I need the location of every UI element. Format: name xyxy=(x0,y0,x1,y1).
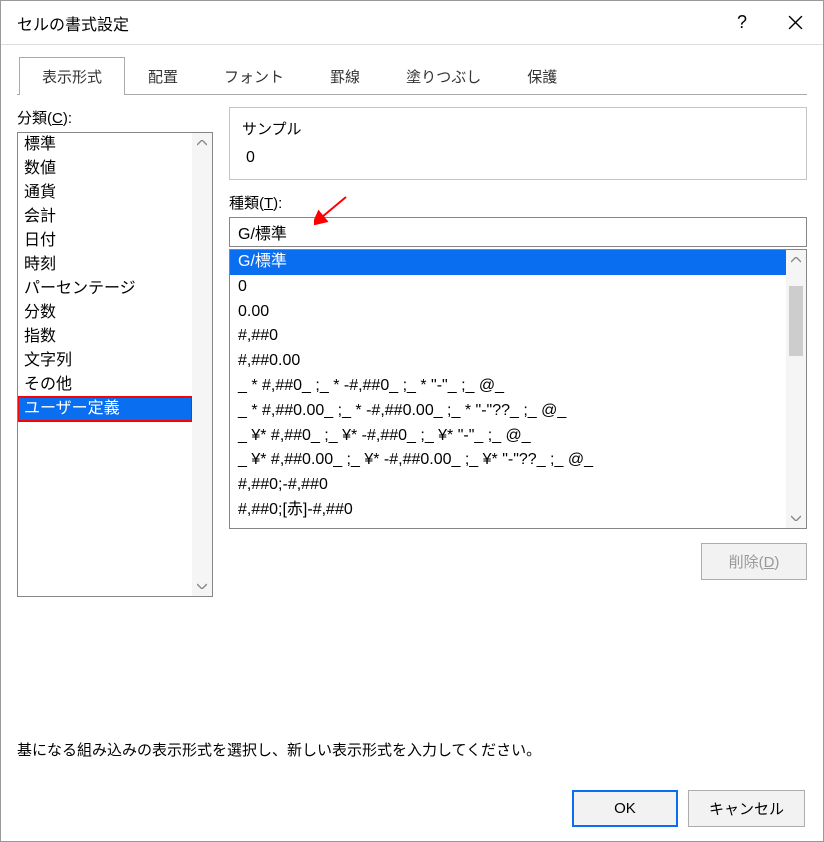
delete-row: 削除(D) xyxy=(229,543,807,580)
right-pane: サンプル 0 種類(T): xyxy=(229,107,807,580)
category-listbox[interactable]: 標準数値通貨会計日付時刻パーセンテージ分数指数文字列その他ユーザー定義 xyxy=(17,132,213,597)
type-item[interactable]: #,##0;[赤]-#,##0 xyxy=(230,498,786,523)
type-listbox[interactable]: G/標準00.00#,##0#,##0.00_ * #,##0_ ;_ * -#… xyxy=(229,249,807,529)
category-label: 分類(C): xyxy=(17,107,213,128)
scroll-up-icon[interactable] xyxy=(786,250,806,270)
sample-title: サンプル xyxy=(242,118,794,139)
category-item[interactable]: 数値 xyxy=(18,157,192,181)
category-item[interactable]: パーセンテージ xyxy=(18,277,192,301)
tab-3[interactable]: 罫線 xyxy=(307,57,383,95)
dialog-title: セルの書式設定 xyxy=(17,11,717,35)
category-item[interactable]: 日付 xyxy=(18,229,192,253)
category-item[interactable]: 会計 xyxy=(18,205,192,229)
category-item[interactable]: その他 xyxy=(18,373,192,397)
type-item[interactable]: _ * #,##0.00_ ;_ * -#,##0.00_ ;_ * "-"??… xyxy=(230,399,786,424)
category-pane: 分類(C): 標準数値通貨会計日付時刻パーセンテージ分数指数文字列その他ユーザー… xyxy=(17,107,213,597)
type-label: 種類(T): xyxy=(229,192,807,213)
category-item[interactable]: 分数 xyxy=(18,301,192,325)
ok-button[interactable]: OK xyxy=(572,790,678,827)
type-input[interactable] xyxy=(229,217,807,247)
titlebar: セルの書式設定 ? xyxy=(1,1,823,45)
scroll-up-icon[interactable] xyxy=(192,133,212,153)
type-scrollbar[interactable] xyxy=(786,250,806,528)
category-item[interactable]: 標準 xyxy=(18,133,192,157)
tabs: 表示形式配置フォント罫線塗りつぶし保護 xyxy=(17,57,807,95)
tab-1[interactable]: 配置 xyxy=(125,57,201,95)
sample-value: 0 xyxy=(242,149,794,167)
sample-box: サンプル 0 xyxy=(229,107,807,180)
help-button[interactable]: ? xyxy=(717,1,767,45)
footer: OK キャンセル xyxy=(1,776,823,841)
category-item[interactable]: 時刻 xyxy=(18,253,192,277)
type-item[interactable]: _ ¥* #,##0.00_ ;_ ¥* -#,##0.00_ ;_ ¥* "-… xyxy=(230,448,786,473)
type-item[interactable]: 0 xyxy=(230,275,786,300)
close-icon xyxy=(788,15,803,30)
type-item[interactable]: #,##0 xyxy=(230,324,786,349)
scroll-thumb[interactable] xyxy=(789,286,803,356)
cancel-button[interactable]: キャンセル xyxy=(688,790,805,827)
tab-5[interactable]: 保護 xyxy=(504,57,580,95)
type-item[interactable]: _ ¥* #,##0_ ;_ ¥* -#,##0_ ;_ ¥* "-"_ ;_ … xyxy=(230,424,786,449)
format-cells-dialog: セルの書式設定 ? 表示形式配置フォント罫線塗りつぶし保護 分類(C): 標準数… xyxy=(0,0,824,842)
instruction-text: 基になる組み込みの表示形式を選択し、新しい表示形式を入力してください。 xyxy=(17,739,807,760)
tab-0[interactable]: 表示形式 xyxy=(19,57,125,95)
tab-2[interactable]: フォント xyxy=(201,57,307,95)
type-item[interactable]: G/標準 xyxy=(230,250,786,275)
type-item[interactable]: #,##0.00;-#,##0.00 xyxy=(230,523,786,528)
content-row: 分類(C): 標準数値通貨会計日付時刻パーセンテージ分数指数文字列その他ユーザー… xyxy=(17,107,807,713)
tab-4[interactable]: 塗りつぶし xyxy=(383,57,504,95)
close-button[interactable] xyxy=(767,1,823,45)
type-item[interactable]: _ * #,##0_ ;_ * -#,##0_ ;_ * "-"_ ;_ @_ xyxy=(230,374,786,399)
type-item[interactable]: #,##0;-#,##0 xyxy=(230,473,786,498)
category-scrollbar[interactable] xyxy=(192,133,212,596)
delete-button[interactable]: 削除(D) xyxy=(701,543,807,580)
category-item[interactable]: 文字列 xyxy=(18,349,192,373)
type-item[interactable]: #,##0.00 xyxy=(230,349,786,374)
dialog-body: 表示形式配置フォント罫線塗りつぶし保護 分類(C): 標準数値通貨会計日付時刻パ… xyxy=(1,45,823,776)
category-item[interactable]: 通貨 xyxy=(18,181,192,205)
scroll-down-icon[interactable] xyxy=(192,576,212,596)
category-item[interactable]: 指数 xyxy=(18,325,192,349)
type-item[interactable]: 0.00 xyxy=(230,300,786,325)
scroll-down-icon[interactable] xyxy=(786,508,806,528)
category-item[interactable]: ユーザー定義 xyxy=(18,397,192,421)
